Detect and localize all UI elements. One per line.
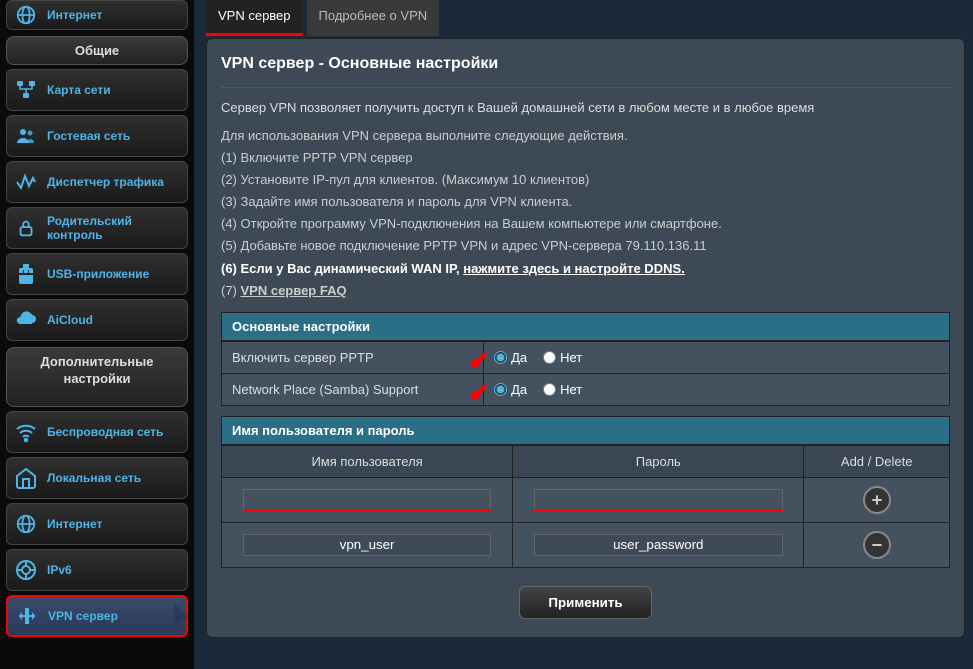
input-username[interactable]	[243, 534, 492, 556]
vpn-icon	[14, 603, 40, 629]
step-4: (4) Откройте программу VPN-подключения н…	[221, 213, 950, 235]
ddns-link[interactable]: нажмите здесь и настройте DDNS.	[463, 261, 685, 276]
sidebar-item-internet[interactable]: Интернет	[6, 503, 188, 545]
step-7: (7) VPN сервер FAQ	[221, 280, 950, 302]
label-no: Нет	[560, 350, 582, 365]
internet-icon	[13, 2, 39, 28]
sidebar-item-label: Интернет	[47, 517, 102, 531]
radio-pptp-yes[interactable]	[494, 351, 507, 364]
sidebar-item-traffic-manager[interactable]: Диспетчер трафика	[6, 161, 188, 203]
step-3: (3) Задайте имя пользователя и пароль дл…	[221, 191, 950, 213]
table-row-new	[222, 477, 950, 522]
sidebar-item-label: Интернет	[47, 8, 102, 22]
add-button[interactable]	[863, 486, 891, 514]
col-add-delete: Add / Delete	[804, 445, 950, 477]
label-samba-support: Network Place (Samba) Support	[222, 373, 484, 405]
input-password[interactable]	[534, 534, 783, 556]
tab-vpn-more[interactable]: Подробнее о VPN	[307, 0, 440, 36]
sidebar-item-label: Локальная сеть	[47, 471, 141, 485]
page-title: VPN сервер - Основные настройки	[221, 51, 950, 81]
aicloud-icon	[13, 307, 39, 333]
sidebar-item-label: IPv6	[47, 563, 72, 577]
basic-settings-header: Основные настройки	[221, 312, 950, 341]
step-2: (2) Установите IP-пул для клиентов. (Мак…	[221, 169, 950, 191]
sidebar-section-general: Общие	[6, 36, 188, 65]
delete-button[interactable]	[863, 531, 891, 559]
sidebar-item-vpn[interactable]: VPN сервер	[6, 595, 188, 637]
sidebar-item-parental-control[interactable]: Родительский контроль	[6, 207, 188, 249]
checkmark-icon: ✔	[468, 346, 490, 377]
network-map-icon	[13, 77, 39, 103]
step-1: (1) Включите PPTP VPN сервер	[221, 147, 950, 169]
main-panel: VPN сервер - Основные настройки Сервер V…	[206, 38, 965, 638]
label-yes: Да	[511, 382, 527, 397]
label-enable-pptp: Включить сервер PPTP	[222, 341, 484, 373]
faq-link[interactable]: VPN сервер FAQ	[241, 283, 347, 298]
sidebar-item-label: Родительский контроль	[47, 214, 181, 242]
sidebar-item-guest-network[interactable]: Гостевая сеть	[6, 115, 188, 157]
sidebar-item-label: Диспетчер трафика	[47, 175, 164, 189]
col-password: Пароль	[513, 445, 804, 477]
parental-control-icon	[13, 215, 39, 241]
sidebar-item-label: AiCloud	[47, 313, 93, 327]
wifi-icon	[13, 419, 39, 445]
sidebar-item-label: Карта сети	[47, 83, 111, 97]
sidebar-item-label: USB-приложение	[47, 267, 149, 281]
sidebar-item-label: Беспроводная сеть	[47, 425, 163, 439]
step-5: (5) Добавьте новое подключение PPTP VPN …	[221, 235, 950, 257]
checkmark-icon: ✔	[468, 378, 490, 409]
label-yes: Да	[511, 350, 527, 365]
sidebar-item-label: Гостевая сеть	[47, 129, 130, 143]
lan-icon	[13, 465, 39, 491]
sidebar-item-aicloud[interactable]: AiCloud	[6, 299, 188, 341]
tab-vpn-server[interactable]: VPN сервер	[206, 0, 303, 36]
radio-samba-yes[interactable]	[494, 383, 507, 396]
radio-samba-no[interactable]	[543, 383, 556, 396]
sidebar-item-label: VPN сервер	[48, 609, 118, 623]
step-6: (6) Если у Вас динамический WAN IP, нажм…	[221, 258, 950, 280]
sidebar-section-advanced: Дополнительные настройки	[6, 347, 188, 407]
sidebar-item-lan[interactable]: Локальная сеть	[6, 457, 188, 499]
sidebar-item-usb-app[interactable]: USB-приложение	[6, 253, 188, 295]
guest-network-icon	[13, 123, 39, 149]
radio-pptp-no[interactable]	[543, 351, 556, 364]
sidebar-item-ipv6[interactable]: IPv6	[6, 549, 188, 591]
page-description: Сервер VPN позволяет получить доступ к В…	[221, 100, 950, 115]
sidebar-item-wireless[interactable]: Беспроводная сеть	[6, 411, 188, 453]
input-new-password[interactable]	[534, 489, 783, 511]
input-new-username[interactable]	[243, 489, 492, 511]
ipv6-icon	[13, 557, 39, 583]
table-row	[222, 522, 950, 567]
step-7-prefix: (7)	[221, 283, 241, 298]
col-username: Имя пользователя	[222, 445, 513, 477]
divider	[221, 87, 950, 88]
usb-app-icon	[13, 261, 39, 287]
step-6-text: (6) Если у Вас динамический WAN IP,	[221, 261, 463, 276]
userpass-header: Имя пользователя и пароль	[221, 416, 950, 445]
page-intro: Для использования VPN сервера выполните …	[221, 125, 950, 147]
sidebar-item-network-map[interactable]: Карта сети	[6, 69, 188, 111]
traffic-manager-icon	[13, 169, 39, 195]
apply-button[interactable]: Применить	[519, 586, 651, 619]
sidebar-item-internet-top[interactable]: Интернет	[6, 0, 188, 30]
label-no: Нет	[560, 382, 582, 397]
internet-icon	[13, 511, 39, 537]
